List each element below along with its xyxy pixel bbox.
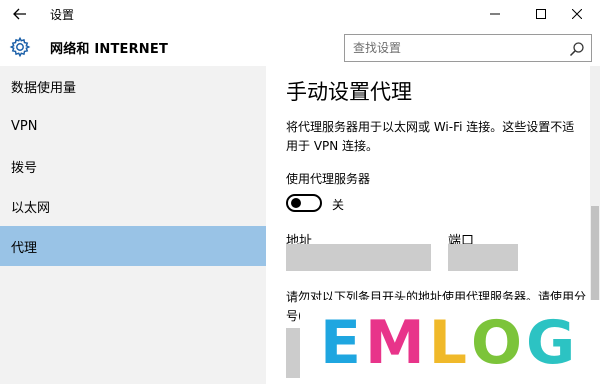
sidebar-item-ethernet[interactable]: 以太网 [0, 186, 266, 226]
close-button[interactable] [554, 0, 600, 28]
port-field[interactable] [448, 244, 518, 271]
maximize-icon [536, 9, 546, 19]
toggle-state-text: 关 [332, 198, 345, 212]
search-box[interactable] [344, 34, 592, 62]
sidebar-item-label: VPN [11, 118, 38, 134]
page-title: 手动设置代理 [286, 80, 412, 104]
back-button[interactable] [0, 0, 40, 28]
logo-letter-o: O [470, 308, 526, 378]
logo-letter-e: E [320, 308, 365, 378]
gear-icon [9, 36, 31, 58]
close-icon [572, 9, 582, 19]
logo-letter-m: M [365, 308, 429, 378]
sidebar-item-proxy[interactable]: 代理 [0, 226, 266, 266]
address-field[interactable] [286, 244, 431, 271]
minimize-icon [490, 13, 500, 15]
logo-letters: E M L O G [320, 308, 579, 378]
sidebar-item-data-usage[interactable]: 数据使用量 [0, 66, 266, 106]
search-icon[interactable] [569, 41, 585, 57]
window-title: 设置 [50, 8, 75, 22]
sidebar-item-vpn[interactable]: VPN [0, 106, 266, 146]
search-input[interactable] [353, 40, 563, 56]
toggle-knob [291, 198, 301, 208]
logo-letter-g: G [525, 308, 580, 378]
proxy-description: 将代理服务器用于以太网或 Wi-Fi 连接。这些设置不适用于 VPN 连接。 [286, 120, 575, 153]
sidebar-item-label: 以太网 [11, 200, 51, 216]
settings-header: 网络和 INTERNET [0, 28, 600, 66]
sidebar-nav: 数据使用量 VPN 拨号 以太网 代理 [0, 66, 266, 384]
section-title: 网络和 INTERNET [50, 42, 169, 57]
use-proxy-label: 使用代理服务器 [286, 172, 371, 186]
sidebar-item-dial-up[interactable]: 拨号 [0, 146, 266, 186]
use-proxy-toggle[interactable] [286, 194, 322, 212]
logo-letter-l: L [428, 308, 471, 378]
sidebar-item-label: 代理 [11, 240, 38, 256]
sidebar-item-label: 拨号 [11, 160, 38, 176]
back-arrow-icon [13, 8, 26, 20]
emlog-watermark-logo: E M L O G [300, 300, 600, 384]
sidebar-item-label: 数据使用量 [11, 80, 77, 96]
minimize-button[interactable] [472, 0, 518, 28]
title-bar: 设置 [0, 0, 600, 28]
